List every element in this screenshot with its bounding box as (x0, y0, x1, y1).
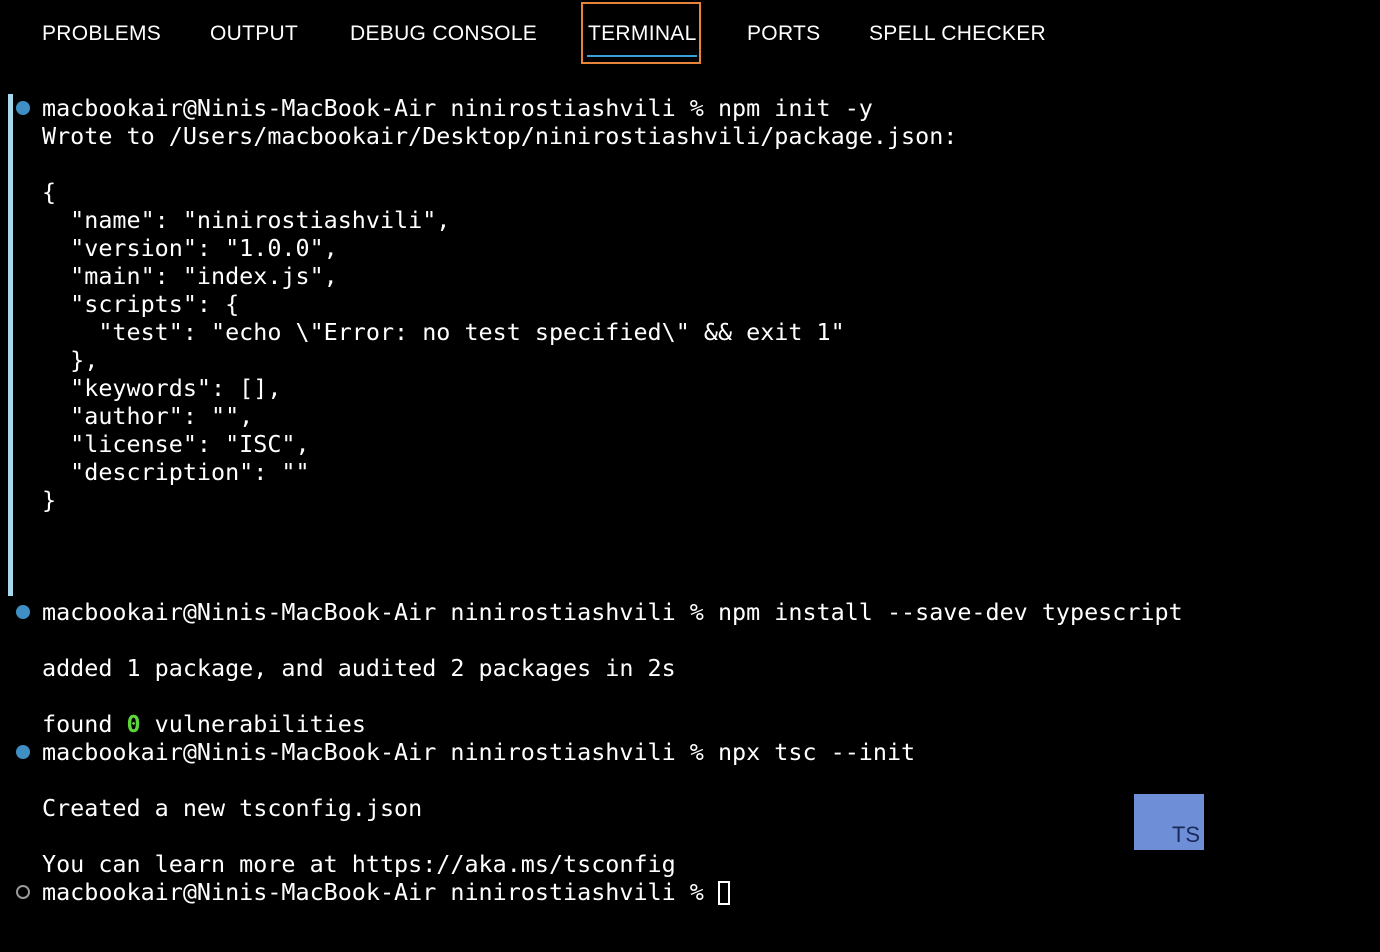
json-line: "main": "index.js", (42, 262, 338, 290)
command-pending-marker[interactable] (16, 885, 30, 899)
json-line: "version": "1.0.0", (42, 234, 338, 262)
terminal-cursor (717, 881, 730, 905)
json-line: }, (42, 346, 99, 374)
command-text: npm init -y (717, 94, 873, 122)
json-line: "test": "echo \"Error: no test specified… (42, 318, 845, 346)
json-line: "author": "", (42, 402, 254, 430)
json-line: "license": "ISC", (42, 430, 310, 458)
output-line: You can learn more at https://aka.ms/tsc… (42, 850, 676, 878)
prompt: macbookair@Ninis-MacBook-Air ninirostias… (42, 94, 718, 122)
json-line: { (42, 178, 57, 206)
command-line: macbookair@Ninis-MacBook-Air ninirostias… (42, 94, 873, 122)
output-text: found (42, 710, 127, 738)
prompt: macbookair@Ninis-MacBook-Air ninirostias… (42, 738, 718, 766)
json-line: } (42, 486, 57, 514)
command-line: macbookair@Ninis-MacBook-Air ninirostias… (42, 598, 1183, 626)
command-line: macbookair@Ninis-MacBook-Air ninirostias… (42, 738, 915, 766)
output-line: added 1 package, and audited 2 packages … (42, 654, 676, 682)
output-line: Created a new tsconfig.json (42, 794, 423, 822)
output-text: vulnerabilities (140, 710, 366, 738)
terminal-panel: PROBLEMS OUTPUT DEBUG CONSOLE TERMINAL P… (0, 0, 1380, 952)
command-line-current[interactable]: macbookair@Ninis-MacBook-Air ninirostias… (42, 878, 730, 906)
json-line: "scripts": { (42, 290, 240, 318)
command-success-marker[interactable] (16, 101, 30, 115)
command-success-marker[interactable] (16, 745, 30, 759)
vulnerability-count: 0 (126, 710, 141, 738)
json-line: "keywords": [], (42, 374, 282, 402)
output-line: found 0 vulnerabilities (42, 710, 366, 738)
json-line: "description": "" (42, 458, 310, 486)
ts-badge[interactable]: TS (1134, 794, 1204, 850)
prompt: macbookair@Ninis-MacBook-Air ninirostias… (42, 878, 718, 906)
json-line: "name": "ninirostiashvili", (42, 206, 451, 234)
output-line: Wrote to /Users/macbookair/Desktop/ninir… (42, 122, 958, 150)
ts-badge-label: TS (1171, 822, 1200, 847)
command-success-marker[interactable] (16, 605, 30, 619)
command-text: npm install --save-dev typescript (717, 598, 1183, 626)
command-text: npx tsc --init (717, 738, 916, 766)
command-group-bar (8, 94, 13, 596)
prompt: macbookair@Ninis-MacBook-Air ninirostias… (42, 598, 718, 626)
